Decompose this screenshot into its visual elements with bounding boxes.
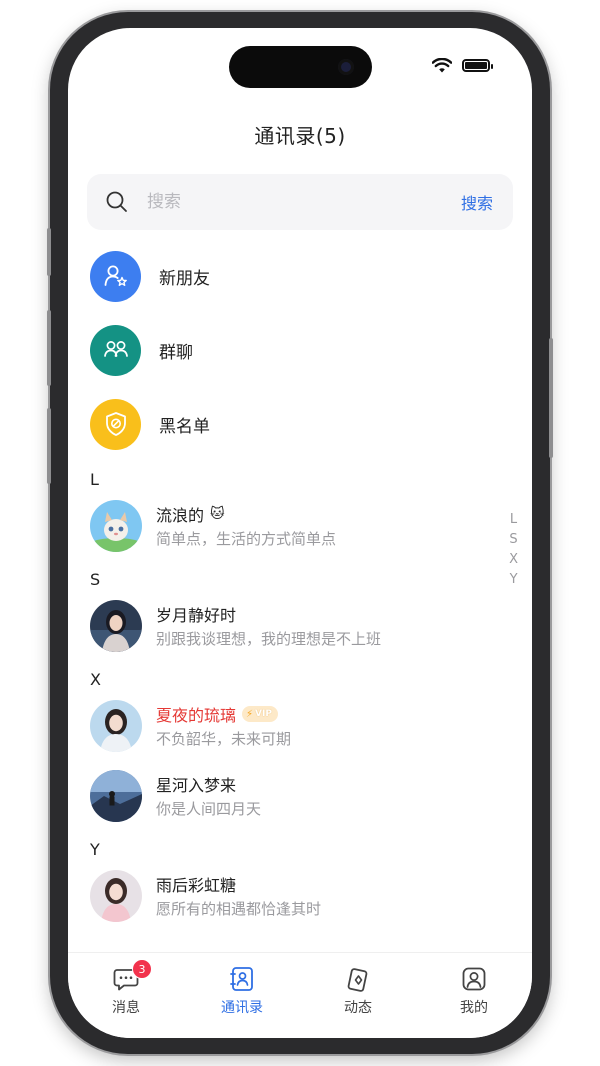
tab-moments[interactable]: 动态 — [318, 963, 398, 1017]
front-camera — [338, 59, 354, 75]
volume-down-button — [47, 408, 51, 484]
search-bar[interactable]: 搜索 — [87, 174, 513, 230]
status-bar — [432, 58, 493, 73]
profile-icon — [462, 967, 486, 991]
avatar — [90, 500, 142, 552]
index-letter-x[interactable]: X — [509, 552, 518, 567]
avatar — [90, 870, 142, 922]
avatar — [90, 600, 142, 652]
new-friend-icon — [90, 250, 141, 302]
wifi-icon — [432, 58, 452, 73]
tab-label: 我的 — [460, 1000, 488, 1016]
contact-signature: 不负韶华，未来可期 — [156, 730, 292, 748]
contact-name: 流浪的 🐱 — [156, 506, 225, 525]
contact-name: 星河入梦来 — [156, 776, 237, 795]
contact-name: 岁月静好时 — [156, 606, 237, 625]
screen: 通讯录(5) 搜索 新朋友 群聊 — [68, 28, 532, 1038]
alphabet-index-bar[interactable]: L S X Y — [509, 512, 518, 587]
new-friends-label: 新朋友 — [159, 268, 210, 289]
contact-signature: 简单点，生活的方式简单点 — [156, 530, 337, 548]
contact-item[interactable]: 雨后彩虹糖 愿所有的相遇都恰逢其时 — [90, 870, 490, 922]
contact-name: 夏夜的琉璃 ⚡ VIP — [156, 702, 278, 726]
avatar — [90, 700, 142, 752]
search-input[interactable] — [147, 188, 427, 216]
index-letter-l[interactable]: L — [509, 512, 518, 527]
contact-item[interactable]: 夏夜的琉璃 ⚡ VIP 不负韶华，未来可期 — [90, 700, 490, 752]
search-button[interactable]: 搜索 — [461, 190, 493, 214]
dynamic-island — [229, 46, 372, 88]
contact-name: 雨后彩虹糖 — [156, 876, 237, 895]
tab-messages[interactable]: 3 消息 — [86, 959, 166, 1017]
contact-item[interactable]: 岁月静好时 别跟我谈理想，我的理想是不上班 — [90, 600, 490, 652]
section-header-y: Y — [90, 840, 100, 859]
tab-contacts[interactable]: 通讯录 — [202, 963, 282, 1017]
index-letter-y[interactable]: Y — [509, 572, 518, 587]
contacts-icon — [230, 967, 253, 991]
avatar — [90, 770, 142, 822]
contact-signature: 愿所有的相遇都恰逢其时 — [156, 900, 322, 918]
action-button — [47, 228, 51, 276]
moments-icon — [347, 968, 368, 992]
group-chat-icon — [90, 324, 141, 376]
power-button — [549, 338, 553, 458]
tab-profile[interactable]: 我的 — [434, 963, 514, 1017]
section-header-s: S — [90, 570, 101, 589]
search-icon — [106, 191, 127, 212]
battery-icon — [462, 59, 493, 72]
contact-signature: 别跟我谈理想，我的理想是不上班 — [156, 630, 382, 648]
contact-item[interactable]: 星河入梦来 你是人间四月天 — [90, 770, 490, 822]
lightning-icon: ⚡ — [246, 708, 254, 720]
tab-label: 动态 — [344, 1000, 372, 1016]
unread-badge: 3 — [132, 959, 152, 979]
contact-signature: 你是人间四月天 — [156, 800, 262, 818]
blacklist-label: 黑名单 — [159, 416, 210, 437]
cat-emoji-icon: 🐱 — [210, 506, 225, 522]
volume-up-button — [47, 310, 51, 386]
section-header-x: X — [90, 670, 101, 689]
group-chat-label: 群聊 — [159, 342, 193, 363]
vip-badge: ⚡ VIP — [242, 706, 278, 722]
tab-bar: 3 消息 通讯录 动态 我的 — [68, 952, 532, 1038]
section-header-l: L — [90, 470, 99, 489]
index-letter-s[interactable]: S — [509, 532, 518, 547]
group-chat-entry[interactable]: 群聊 — [90, 324, 193, 376]
blacklist-entry[interactable]: 黑名单 — [90, 398, 210, 450]
contact-item[interactable]: 流浪的 🐱 简单点，生活的方式简单点 — [90, 500, 490, 552]
new-friends-entry[interactable]: 新朋友 — [90, 250, 210, 302]
blacklist-shield-icon — [90, 398, 141, 450]
page-title: 通讯录(5) — [254, 124, 346, 148]
tab-label: 消息 — [112, 1000, 140, 1016]
tab-label: 通讯录 — [221, 1000, 263, 1016]
